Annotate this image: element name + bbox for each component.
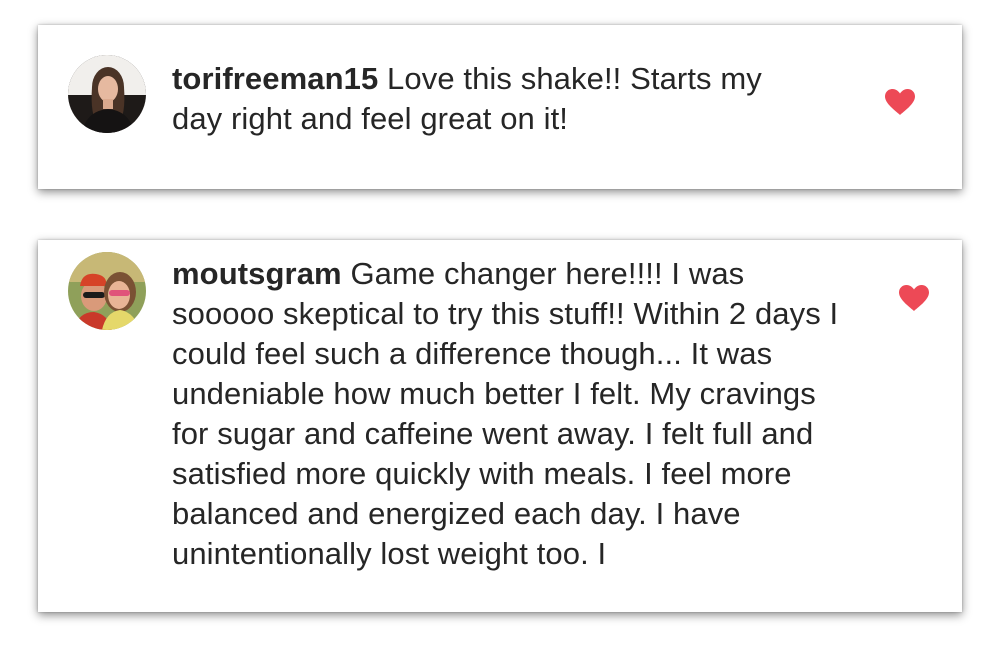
heart-icon <box>899 285 929 311</box>
avatar-image <box>68 252 146 330</box>
comment-text: torifreeman15 Love this shake!! Starts m… <box>172 59 812 139</box>
avatar-image <box>68 55 146 133</box>
comment-text: moutsgram Game changer here!!!! I was so… <box>172 254 852 574</box>
heart-icon <box>885 89 915 115</box>
username-link[interactable]: torifreeman15 <box>172 61 378 96</box>
comment-card: torifreeman15 Love this shake!! Starts m… <box>38 25 962 189</box>
avatar[interactable] <box>68 252 146 330</box>
username-link[interactable]: moutsgram <box>172 256 342 291</box>
like-button[interactable] <box>884 88 916 116</box>
comment-body: Game changer here!!!! I was sooooo skept… <box>172 256 839 571</box>
avatar[interactable] <box>68 55 146 133</box>
comment-card: moutsgram Game changer here!!!! I was so… <box>38 240 962 612</box>
like-button[interactable] <box>898 284 930 312</box>
